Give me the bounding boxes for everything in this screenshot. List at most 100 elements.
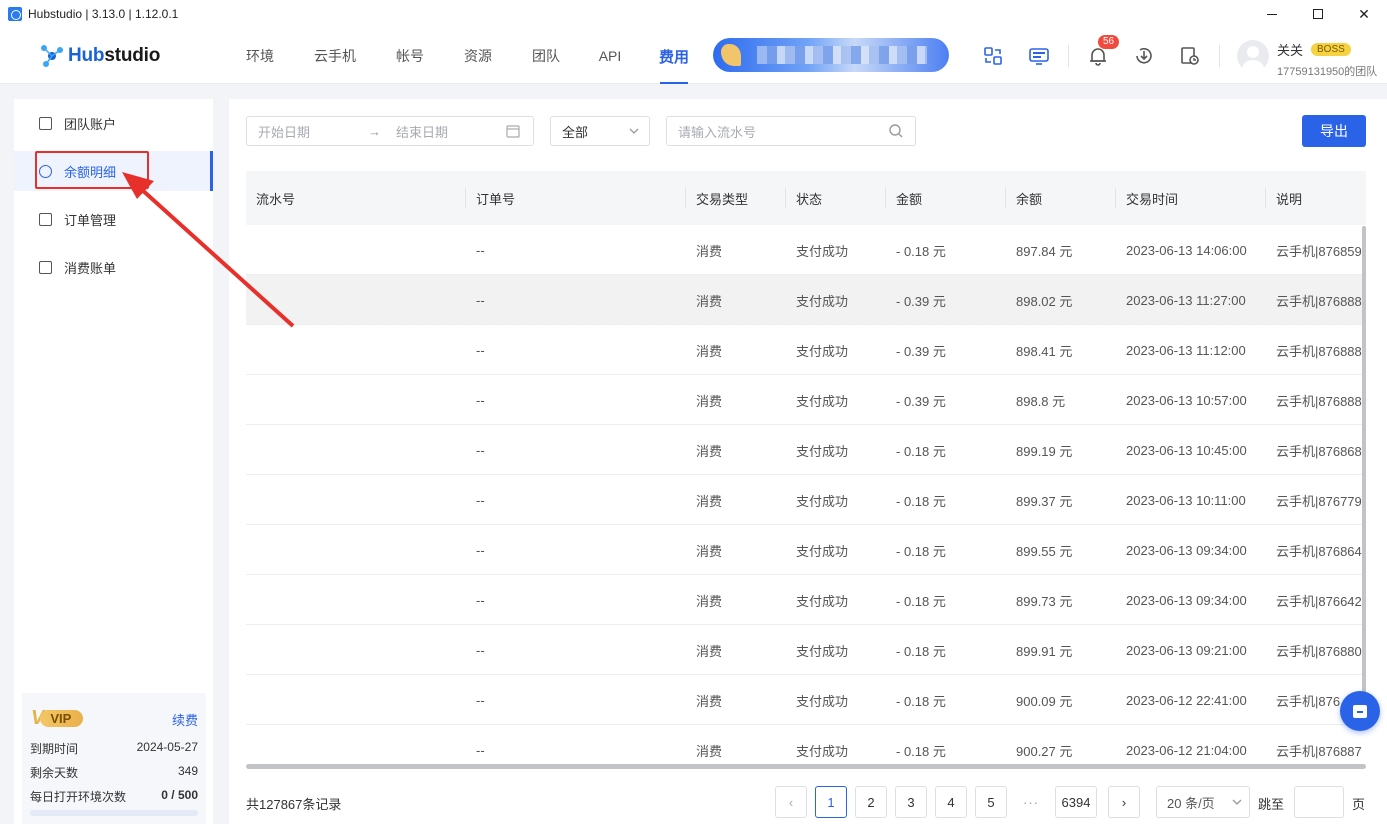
vip-card: V VIP 续费 到期时间 2024-05-27 剩余天数 349 每日打开环境… — [22, 693, 206, 824]
app-icon — [8, 7, 22, 21]
horizontal-scrollbar[interactable] — [246, 764, 1366, 769]
cell-type: 消费 — [696, 493, 723, 509]
cell-balance: 899.73 元 — [1016, 593, 1073, 609]
cell-description: 云手机|876642 — [1276, 593, 1362, 609]
monitor-button[interactable] — [1027, 44, 1051, 68]
table-row[interactable]: -- 消费 支付成功 - 0.18 元 899.73 元 2023-06-13 09:34… — [246, 575, 1366, 625]
page-button-3[interactable]: 3 — [895, 786, 927, 818]
nav-item-api[interactable]: API — [578, 28, 642, 84]
cell-time: 2023-06-12 21:04:00 — [1126, 742, 1247, 758]
jump-page-input[interactable] — [1294, 786, 1344, 818]
cell-type: 消费 — [696, 343, 723, 359]
minimize-button[interactable] — [1249, 0, 1295, 28]
next-page-button[interactable]: › — [1108, 786, 1140, 818]
cell-status: 支付成功 — [796, 693, 849, 709]
total-records: 共127867条记录 — [246, 797, 342, 812]
nav-item-billing[interactable]: 费用 — [642, 28, 706, 84]
table-row[interactable]: -- 消费 支付成功 - 0.18 元 899.91 元 2023-06-13 09:21… — [246, 625, 1366, 675]
promo-banner[interactable] — [713, 38, 949, 72]
table-row[interactable]: -- 消费 支付成功 - 0.18 元 900.09 元 2023-06-12 22:41… — [246, 675, 1366, 725]
table-row[interactable]: -- 消费 支付成功 - 0.18 元 899.37 元 2023-06-13 10:11… — [246, 475, 1366, 525]
main-nav: 环境 云手机 帐号 资源 团队 API 费用 — [228, 28, 706, 84]
history-button[interactable] — [1178, 44, 1202, 68]
export-button[interactable]: 导出 — [1302, 115, 1366, 147]
window-title: Hubstudio | 3.13.0 | 1.12.0.1 — [28, 7, 179, 21]
prev-page-button[interactable]: ‹ — [775, 786, 807, 818]
sidebar-item-order-management[interactable]: 订单管理 — [14, 199, 213, 239]
chevron-left-icon: ‹ — [788, 794, 794, 810]
nav-item-cloud-phone[interactable]: 云手机 — [292, 28, 378, 84]
pagination: 共127867条记录 ‹ 1 2 3 4 5 ··· 6394 › 20 条/页… — [229, 786, 1387, 818]
clipboard-icon — [39, 212, 52, 226]
cell-amount: - 0.18 元 — [896, 543, 946, 559]
page-button-1[interactable]: 1 — [815, 786, 847, 818]
wallet-icon — [39, 116, 52, 130]
table-row[interactable]: -- 消费 支付成功 - 0.18 元 899.55 元 2023-06-13 09:34… — [246, 525, 1366, 575]
download-button[interactable] — [1132, 44, 1156, 68]
page-size-select[interactable]: 20 条/页 — [1156, 786, 1250, 818]
page-button-last[interactable]: 6394 — [1055, 786, 1097, 818]
search-input[interactable]: 请输入流水号 — [678, 122, 888, 141]
cell-balance: 900.27 元 — [1016, 743, 1073, 759]
annotation-highlight-box — [35, 151, 149, 189]
cell-type: 消费 — [696, 243, 723, 259]
date-range-picker[interactable]: 开始日期 → 结束日期 — [246, 116, 534, 146]
cell-serial — [246, 225, 466, 275]
cell-description: 云手机|876779 — [1276, 493, 1362, 509]
cell-type: 消费 — [696, 443, 723, 459]
cell-status: 支付成功 — [796, 643, 849, 659]
sidebar-item-consumption-bill[interactable]: 消费账单 — [14, 247, 213, 287]
end-date-input[interactable]: 结束日期 — [396, 122, 506, 141]
type-select[interactable]: 全部 — [550, 116, 650, 146]
header-divider — [1219, 45, 1220, 67]
floating-support-button[interactable] — [1340, 691, 1380, 731]
device-sync-button[interactable] — [981, 44, 1005, 68]
title-bar: Hubstudio | 3.13.0 | 1.12.0.1 ✕ — [0, 0, 1387, 28]
cell-description: 云手机|876887 — [1276, 743, 1362, 759]
cell-status: 支付成功 — [796, 743, 849, 759]
nav-item-resources[interactable]: 资源 — [442, 28, 514, 84]
start-date-input[interactable]: 开始日期 — [258, 122, 368, 141]
table-row[interactable]: -- 消费 支付成功 - 0.18 元 899.19 元 2023-06-13 10:45… — [246, 425, 1366, 475]
renew-link[interactable]: 续费 — [172, 710, 198, 729]
nav-item-accounts[interactable]: 帐号 — [378, 28, 442, 84]
cell-description: 云手机|876868 — [1276, 443, 1362, 459]
page-button-4[interactable]: 4 — [935, 786, 967, 818]
promo-graphic — [721, 44, 741, 66]
close-icon: ✕ — [1358, 5, 1370, 22]
nav-item-team[interactable]: 团队 — [514, 28, 578, 84]
sidebar-item-label: 团队账户 — [64, 116, 117, 132]
maximize-button[interactable] — [1295, 0, 1341, 28]
cell-serial — [246, 725, 466, 769]
cell-order: -- — [476, 492, 485, 508]
cell-type: 消费 — [696, 643, 723, 659]
search-field[interactable]: 请输入流水号 — [666, 116, 916, 146]
sidebar-item-team-account[interactable]: 团队账户 — [14, 103, 213, 143]
table-row[interactable]: -- 消费 支付成功 - 0.39 元 898.41 元 2023-06-13 11:12… — [246, 325, 1366, 375]
cell-time: 2023-06-13 14:06:00 — [1126, 242, 1247, 258]
cell-serial — [246, 325, 466, 375]
page-ellipsis[interactable]: ··· — [1015, 786, 1047, 818]
logo[interactable]: Hubstudio — [38, 42, 160, 70]
user-menu[interactable]: 关关 BOSS 17759131950的团队 — [1237, 40, 1377, 79]
cell-serial — [246, 525, 466, 575]
cell-balance: 898.02 元 — [1016, 293, 1073, 309]
vip-usage-progress — [30, 810, 198, 816]
user-team: 17759131950的团队 — [1277, 66, 1378, 78]
vertical-scrollbar[interactable] — [1362, 226, 1366, 706]
main-panel: 开始日期 → 结束日期 全部 请输入流水号 导出 流水号 订单号 交易类型 状态 — [229, 99, 1387, 824]
column-header-time: 交易时间 — [1126, 191, 1179, 207]
table-row[interactable]: -- 消费 支付成功 - 0.39 元 898.8 元 2023-06-13 10:57:… — [246, 375, 1366, 425]
page-button-2[interactable]: 2 — [855, 786, 887, 818]
cell-time: 2023-06-13 10:57:00 — [1126, 392, 1247, 408]
table-row[interactable]: -- 消费 支付成功 - 0.18 元 897.84 元 2023-06-13 14:06… — [246, 225, 1366, 275]
nav-item-environment[interactable]: 环境 — [228, 28, 292, 84]
vip-days-label: 剩余天数 — [30, 766, 79, 780]
vip-expiry-value: 2024-05-27 — [136, 740, 198, 754]
table-row[interactable]: -- 消费 支付成功 - 0.18 元 900.27 元 2023-06-12 21:04… — [246, 725, 1366, 769]
table-row[interactable]: -- 消费 支付成功 - 0.39 元 898.02 元 2023-06-13 11:27… — [246, 275, 1366, 325]
cell-order: -- — [476, 342, 485, 358]
notifications-button[interactable]: 56 — [1086, 35, 1120, 68]
page-button-5[interactable]: 5 — [975, 786, 1007, 818]
close-button[interactable]: ✕ — [1341, 0, 1387, 28]
